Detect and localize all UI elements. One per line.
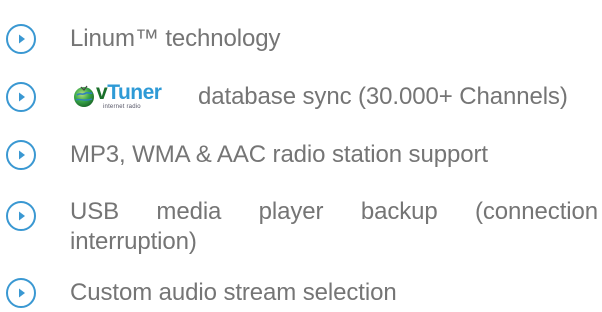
play-circle-icon (6, 140, 36, 170)
feature-item-custom-stream: Custom audio stream selection (0, 276, 602, 310)
vtuner-tagline: internet radio (103, 104, 141, 110)
vtuner-logo: vTuner internet radio (70, 80, 182, 114)
feature-text: USB media player backup (connection inte… (70, 197, 598, 257)
vtuner-globe-icon (74, 85, 94, 107)
feature-item-linum: Linum™ technology (0, 22, 602, 56)
feature-text: MP3, WMA & AAC radio station support (70, 141, 488, 168)
feature-text-line-1: USB media player backup (connection (70, 198, 598, 225)
play-circle-icon (6, 278, 36, 308)
play-circle-icon (6, 82, 36, 112)
feature-text-line-2: interruption) (70, 228, 197, 255)
vtuner-wordmark-tuner: Tuner (107, 81, 162, 104)
feature-list: Linum™ technology vTuner internet radio … (0, 0, 602, 312)
feature-text: Custom audio stream selection (70, 279, 397, 306)
vtuner-wordmark: vTuner (96, 81, 162, 104)
vtuner-wordmark-v: v (96, 81, 108, 104)
play-circle-icon (6, 24, 36, 54)
feature-item-usb-backup: USB media player backup (connection inte… (0, 195, 602, 259)
feature-text: Linum™ technology (70, 25, 281, 52)
feature-item-formats: MP3, WMA & AAC radio station support (0, 138, 602, 172)
play-circle-icon (6, 201, 36, 231)
feature-text: database sync (30.000+ Channels) (198, 83, 568, 110)
feature-item-vtuner: vTuner internet radio database sync (30.… (0, 80, 602, 114)
